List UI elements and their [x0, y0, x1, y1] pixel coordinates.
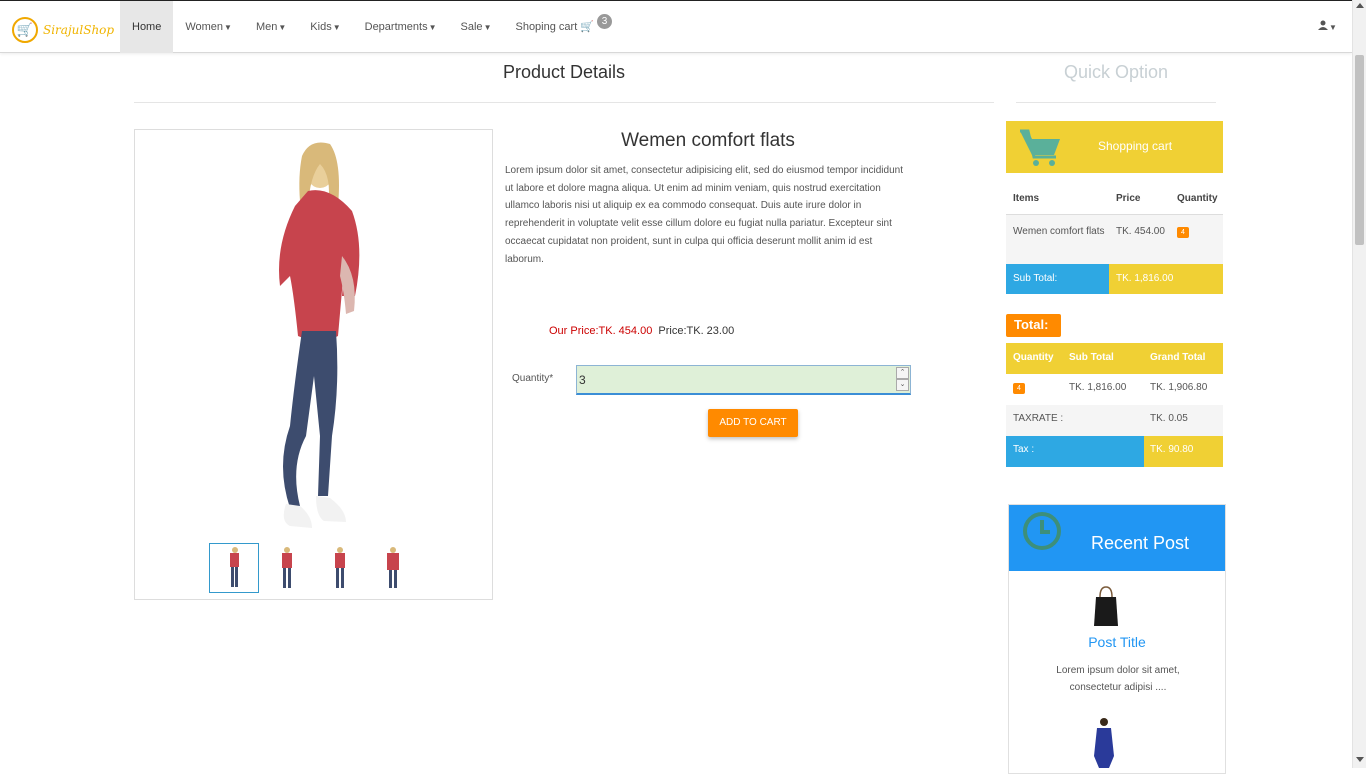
total-qty: 4	[1006, 374, 1063, 405]
cart-icon: 🛒	[580, 21, 595, 33]
scroll-thumb[interactable]	[1355, 55, 1364, 245]
column-header: Sub Total	[1069, 352, 1114, 363]
stepper-down-icon[interactable]: ⌄	[896, 379, 909, 391]
sub-total-row: Sub Total: TK. 1,816.00	[1006, 264, 1223, 294]
product-main-image[interactable]	[250, 136, 370, 536]
nav-item-sale[interactable]: Sale▼	[449, 1, 504, 53]
divider	[134, 102, 994, 103]
cart-count-badge: 3	[597, 14, 613, 29]
price-line: Our Price:TK. 454.00 Price:TK. 23.00	[549, 325, 734, 337]
quantity-stepper[interactable]: ⌃ ⌄	[896, 367, 909, 391]
nav-item-label: Shoping cart	[515, 21, 578, 33]
brand-name: SirajulShop	[43, 23, 115, 37]
thumbnail-1[interactable]	[209, 543, 259, 593]
nav-item-label: Kids	[310, 21, 332, 33]
nav-item-home[interactable]: Home	[120, 1, 174, 53]
tax-value: TK. 90.80	[1144, 436, 1223, 467]
post-title-link[interactable]: Post Title	[1009, 634, 1225, 650]
nav-item-label: Departments	[364, 21, 428, 33]
cart-item-qty: 4	[1171, 215, 1223, 264]
clock-icon	[1023, 512, 1061, 550]
scroll-down-arrow[interactable]	[1356, 757, 1364, 762]
taxrate-label: TAXRATE :	[1013, 413, 1064, 424]
nav-item-label: Men	[255, 21, 278, 33]
cart-table-header: Items Price Quantity	[1006, 183, 1223, 215]
caret-down-icon: ▼	[278, 23, 287, 32]
table-row: Wemen comfort flats TK. 454.00 4	[1006, 215, 1223, 264]
stepper-up-icon[interactable]: ⌃	[896, 367, 909, 379]
quick-option-title: Quick Option	[1063, 62, 1169, 82]
caret-down-icon: ▼	[332, 23, 341, 32]
recent-post-title: Recent Post	[1091, 533, 1190, 553]
user-icon	[1318, 20, 1328, 30]
column-header: Price	[1116, 193, 1141, 204]
user-menu[interactable]: ▼	[1318, 19, 1337, 33]
column-header: Quantity	[1177, 193, 1218, 204]
divider	[1016, 102, 1216, 103]
cart-table: Items Price Quantity Wemen comfort flats…	[1006, 183, 1223, 294]
our-price: Our Price:TK. 454.00	[549, 325, 653, 337]
quantity-badge: 4	[1177, 227, 1189, 238]
nav-menu: Home Women▼ Men▼ Kids▼ Departments▼ Sale…	[120, 1, 624, 53]
product-name: Wemen comfort flats	[621, 130, 795, 151]
thumbnail-3[interactable]	[315, 543, 365, 593]
caret-down-icon: ▼	[224, 23, 232, 32]
total-label: Total:	[1006, 314, 1061, 337]
total-table-header: Quantity Sub Total Grand Total	[1006, 343, 1223, 374]
caret-down-icon: ▼	[428, 23, 437, 32]
tax-label: Tax :	[1006, 436, 1144, 467]
product-description: Lorem ipsum dolor sit amet, consectetur …	[505, 165, 903, 265]
grand-total: TK. 1,906.80	[1150, 382, 1208, 393]
nav-item-label: Home	[132, 21, 162, 33]
caret-down-icon: ▼	[1329, 23, 1337, 32]
quantity-badge: 4	[1013, 383, 1025, 394]
sub-total-value: TK. 1,816.00	[1109, 264, 1223, 294]
shopping-cart-panel-header[interactable]: Shopping cart	[1006, 121, 1223, 173]
nav-item-women[interactable]: Women▼	[173, 1, 244, 53]
column-header: Items	[1013, 193, 1040, 204]
nav-item-departments[interactable]: Departments▼	[353, 1, 449, 53]
taxrate-row: TAXRATE : TK. 0.05	[1006, 405, 1223, 436]
thumbnail-image	[387, 547, 399, 588]
handbag-image[interactable]	[1093, 585, 1119, 627]
regular-price: Price:TK. 23.00	[658, 325, 735, 337]
page-title: Product Details	[502, 62, 626, 82]
nav-item-label: Sale	[460, 21, 483, 33]
nav-item-men[interactable]: Men▼	[244, 1, 298, 53]
column-header: Quantity	[1013, 352, 1054, 363]
thumbnail-image	[335, 547, 345, 588]
caret-down-icon: ▼	[483, 23, 492, 32]
taxrate-value: TK. 0.05	[1150, 413, 1188, 424]
total-table: Quantity Sub Total Grand Total 4 TK. 1,8…	[1006, 343, 1223, 467]
thumbnail-2[interactable]	[262, 543, 312, 593]
cart-item-name: Wemen comfort flats	[1013, 226, 1105, 237]
column-header: Grand Total	[1150, 352, 1206, 363]
thumbnail-4[interactable]	[368, 543, 418, 593]
thumbnail-strip	[209, 543, 418, 593]
add-to-cart-button[interactable]: ADD TO CART	[708, 409, 798, 437]
shopping-cart-title: Shopping cart	[1098, 139, 1173, 153]
quantity-label: Quantity*	[512, 373, 554, 384]
cart-logo-icon: 🛒	[12, 17, 38, 43]
brand-logo[interactable]: 🛒 SirajulShop	[12, 17, 114, 43]
cart-item-price: TK. 454.00	[1116, 226, 1165, 237]
nav-item-label: Women	[185, 21, 224, 33]
tax-row: Tax : TK. 90.80	[1006, 436, 1223, 467]
dress-image[interactable]	[1089, 716, 1119, 768]
thumbnail-image	[282, 547, 292, 588]
sub-total-label: Sub Total:	[1006, 264, 1109, 294]
table-row: 4 TK. 1,816.00 TK. 1,906.80	[1006, 374, 1223, 405]
recent-post-header: Recent Post	[1009, 505, 1225, 571]
shopping-cart-icon	[1020, 129, 1060, 166]
top-navbar: 🛒 SirajulShop Home Women▼ Men▼ Kids▼ Dep…	[0, 0, 1352, 53]
post-excerpt: Lorem ipsum dolor sit amet, consectetur …	[1056, 665, 1180, 693]
product-image-box	[134, 129, 493, 600]
total-sub-total: TK. 1,816.00	[1069, 382, 1127, 393]
page-scrollbar[interactable]	[1352, 0, 1366, 768]
quantity-input[interactable]	[576, 365, 911, 395]
thumbnail-image	[230, 547, 239, 587]
scroll-up-arrow[interactable]	[1356, 3, 1364, 8]
nav-item-shopping-cart[interactable]: Shoping cart 🛒 3	[503, 1, 624, 53]
nav-item-kids[interactable]: Kids▼	[298, 1, 352, 53]
